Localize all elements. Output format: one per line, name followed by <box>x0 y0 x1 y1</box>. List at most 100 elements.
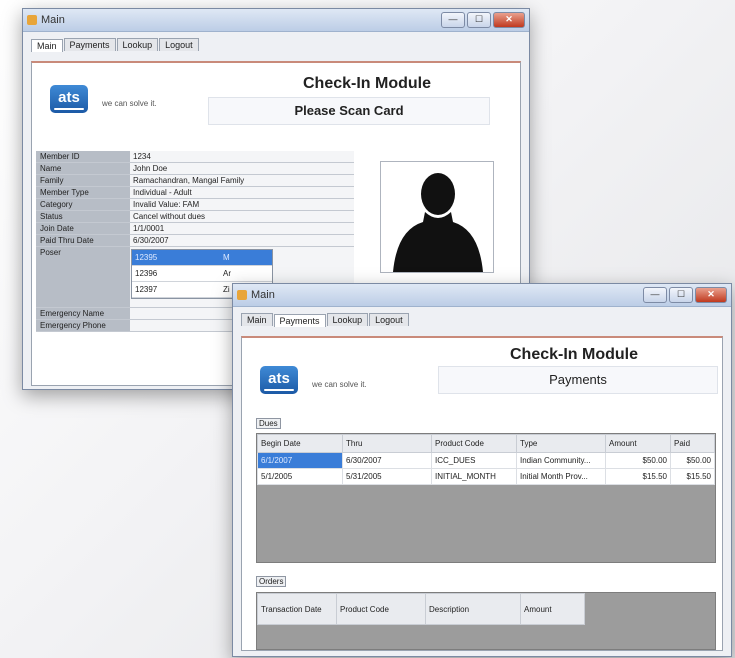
column-header[interactable]: Begin Date <box>257 434 343 453</box>
maximize-button[interactable]: ☐ <box>669 287 693 303</box>
tab-main[interactable]: Main <box>31 39 63 52</box>
field-label: Join Date <box>36 223 130 234</box>
field-row: Member Type Individual - Adult <box>36 187 354 199</box>
field-label: Family <box>36 175 130 186</box>
poser-code: Zi <box>223 285 230 294</box>
app-icon <box>237 290 247 300</box>
title-bar: Main — ☐ ✕ <box>23 9 529 32</box>
column-header[interactable]: Transaction Date <box>257 593 337 625</box>
tab-payments[interactable]: Payments <box>63 38 116 51</box>
payments-window: Main — ☐ ✕ Main Payments Lookup Logout a… <box>232 283 732 657</box>
column-header[interactable]: Product Code <box>336 593 426 625</box>
dues-label: Dues <box>256 418 281 429</box>
field-label: Poser <box>36 247 130 307</box>
field-value: Invalid Value: FAM <box>130 199 354 210</box>
poser-code: M <box>223 253 230 262</box>
field-row: Paid Thru Date 6/30/2007 <box>36 235 354 247</box>
field-value: Cancel without dues <box>130 211 354 222</box>
ats-logo: ats <box>50 85 88 113</box>
member-photo <box>380 161 494 273</box>
tab-lookup[interactable]: Lookup <box>116 38 159 51</box>
minimize-button[interactable]: — <box>441 12 465 28</box>
tab-main[interactable]: Main <box>241 313 273 326</box>
field-value: Ramachandran, Mangal Family <box>130 175 354 186</box>
column-header[interactable]: Thru <box>342 434 432 453</box>
tab-logout[interactable]: Logout <box>369 313 409 326</box>
title-bar: Main — ☐ ✕ <box>233 284 731 307</box>
field-value: John Doe <box>130 163 354 174</box>
field-row: Join Date 1/1/0001 <box>36 223 354 235</box>
dues-grid[interactable]: Begin Date Thru Product Code Type Amount… <box>256 433 716 563</box>
orders-grid[interactable]: Transaction Date Product Code Descriptio… <box>256 592 716 650</box>
field-label: Status <box>36 211 130 222</box>
field-row: Category Invalid Value: FAM <box>36 199 354 211</box>
maximize-button[interactable]: ☐ <box>467 12 491 28</box>
window-title: Main <box>251 289 275 301</box>
field-row: Family Ramachandran, Mangal Family <box>36 175 354 187</box>
slogan: we can solve it. <box>312 380 367 389</box>
tab-lookup[interactable]: Lookup <box>326 313 369 326</box>
poser-code: Ar <box>223 269 231 278</box>
orders-table: Transaction Date Product Code Descriptio… <box>257 593 585 625</box>
field-label: Paid Thru Date <box>36 235 130 246</box>
table-cell: $15.50 <box>605 468 671 485</box>
app-icon <box>27 15 37 25</box>
poser-id: 12396 <box>135 269 158 278</box>
close-button[interactable]: ✕ <box>493 12 525 28</box>
field-row: Status Cancel without dues <box>36 211 354 223</box>
table-row[interactable]: 5/1/2005 5/31/2005 INITIAL_MONTH Initial… <box>257 468 715 485</box>
page-title: Check-In Module <box>509 346 638 363</box>
section-heading: Payments <box>549 372 607 387</box>
field-value: 1/1/0001 <box>130 223 354 234</box>
window-title: Main <box>41 14 65 26</box>
column-header[interactable]: Amount <box>520 593 585 625</box>
field-label: Member Type <box>36 187 130 198</box>
ats-logo: ats <box>260 366 298 394</box>
field-label: Member ID <box>36 151 130 162</box>
field-label: Emergency Phone <box>36 320 130 331</box>
table-cell: 5/31/2005 <box>342 468 432 485</box>
field-row: Member ID 1234 <box>36 151 354 163</box>
column-header[interactable]: Amount <box>605 434 671 453</box>
minimize-button[interactable]: — <box>643 287 667 303</box>
column-header[interactable]: Paid <box>670 434 715 453</box>
payments-heading-box: Payments <box>438 366 718 394</box>
field-value: 6/30/2007 <box>130 235 354 246</box>
poser-row[interactable]: 12395 M <box>132 250 272 266</box>
poser-row[interactable]: 12396 Ar <box>132 266 272 282</box>
table-row[interactable]: 6/1/2007 6/30/2007 ICC_DUES Indian Commu… <box>257 452 715 469</box>
scan-status-box: Please Scan Card <box>208 97 490 125</box>
table-cell: 6/1/2007 <box>257 452 343 469</box>
poser-id: 12395 <box>135 253 158 262</box>
field-value: Individual - Adult <box>130 187 354 198</box>
table-cell: Indian Community... <box>516 452 606 469</box>
table-cell: $50.00 <box>605 452 671 469</box>
field-label: Category <box>36 199 130 210</box>
poser-id: 12397 <box>135 285 158 294</box>
page-title: Check-In Module <box>302 75 431 92</box>
field-row: Name John Doe <box>36 163 354 175</box>
field-value: 1234 <box>130 151 354 162</box>
table-cell: $15.50 <box>670 468 715 485</box>
column-header[interactable]: Type <box>516 434 606 453</box>
scan-status: Please Scan Card <box>294 103 404 118</box>
tab-logout[interactable]: Logout <box>159 38 199 51</box>
slogan: we can solve it. <box>102 99 157 108</box>
table-cell: INITIAL_MONTH <box>431 468 517 485</box>
tab-strip: Main Payments Lookup Logout <box>241 313 731 327</box>
field-label: Name <box>36 163 130 174</box>
column-header[interactable]: Product Code <box>431 434 517 453</box>
table-cell: 6/30/2007 <box>342 452 432 469</box>
table-cell: ICC_DUES <box>431 452 517 469</box>
table-cell: Initial Month Prov... <box>516 468 606 485</box>
close-button[interactable]: ✕ <box>695 287 727 303</box>
table-cell: $50.00 <box>670 452 715 469</box>
tab-strip: Main Payments Lookup Logout <box>31 38 529 52</box>
dues-table: Begin Date Thru Product Code Type Amount… <box>257 434 715 485</box>
column-header[interactable]: Description <box>425 593 521 625</box>
tab-payments[interactable]: Payments <box>273 314 326 327</box>
tab-content: ats we can solve it. Check-In Module Pay… <box>241 336 723 651</box>
table-cell: 5/1/2005 <box>257 468 343 485</box>
field-label: Emergency Name <box>36 308 130 319</box>
orders-label: Orders <box>256 576 287 587</box>
